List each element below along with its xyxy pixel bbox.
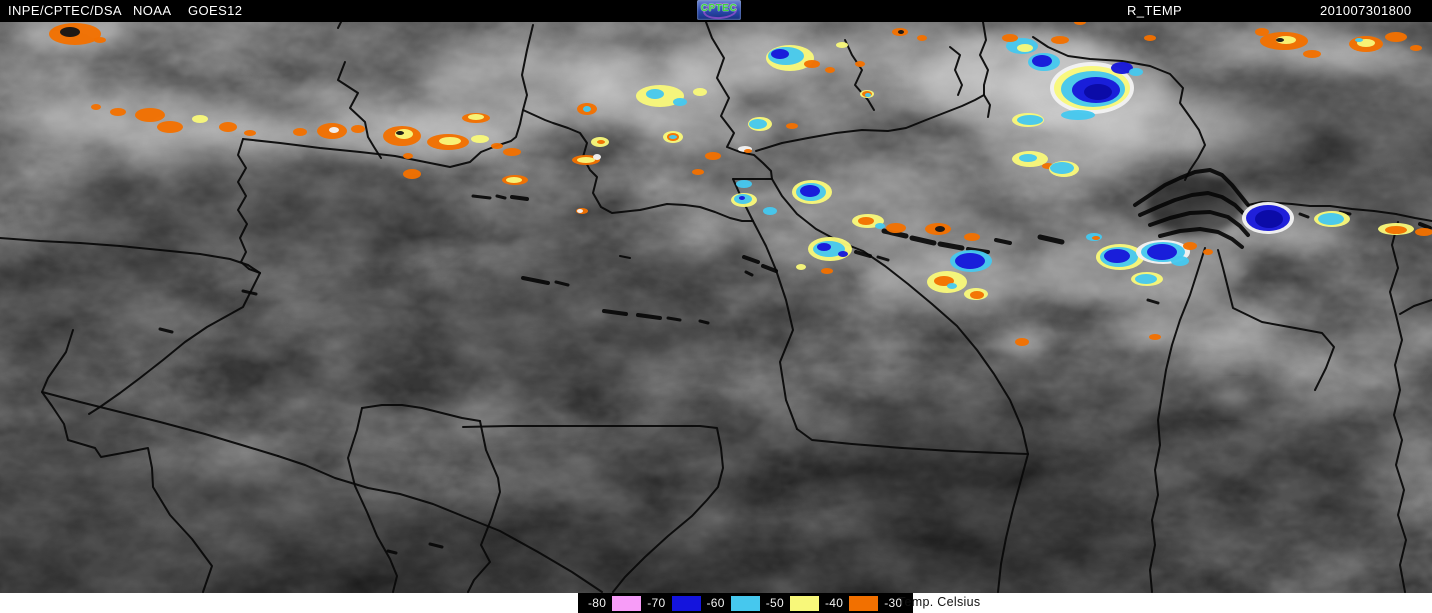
legend-tick--60: -60 [702,593,730,613]
legend-tick--80: -80 [583,593,611,613]
legend-swatch--50-to--40 [790,596,819,611]
legend-bar: -80-70-60-50-40-30 Temp. Celsius [0,593,1432,613]
legend-unit-label: Temp. Celsius [898,595,980,609]
product-label: R_TEMP [1127,3,1182,19]
cptec-logo: CPTEC [697,0,741,20]
legend-swatch--80-to--70 [612,596,641,611]
satellite-image-viewer: INPE/CPTEC/DSA NOAA GOES12 CPTEC R_TEMP … [0,0,1432,613]
top-bar: INPE/CPTEC/DSA NOAA GOES12 CPTEC R_TEMP … [0,0,1432,22]
agency-label: INPE/CPTEC/DSA [8,3,122,19]
legend-swatch--60-to--50 [731,596,760,611]
legend-swatch--70-to--60 [672,596,701,611]
legend-swatch--40-to--30 [849,596,878,611]
logo-text: CPTEC [697,3,741,14]
legend-tick--40: -40 [820,593,848,613]
timestamp-label: 201007301800 [1320,3,1412,19]
satellite-label: GOES12 [188,3,242,19]
legend-tick--50: -50 [761,593,789,613]
temperature-legend: -80-70-60-50-40-30 [578,593,913,613]
satellite-map [0,22,1432,593]
legend-tick--70: -70 [642,593,670,613]
noaa-label: NOAA [133,3,171,19]
